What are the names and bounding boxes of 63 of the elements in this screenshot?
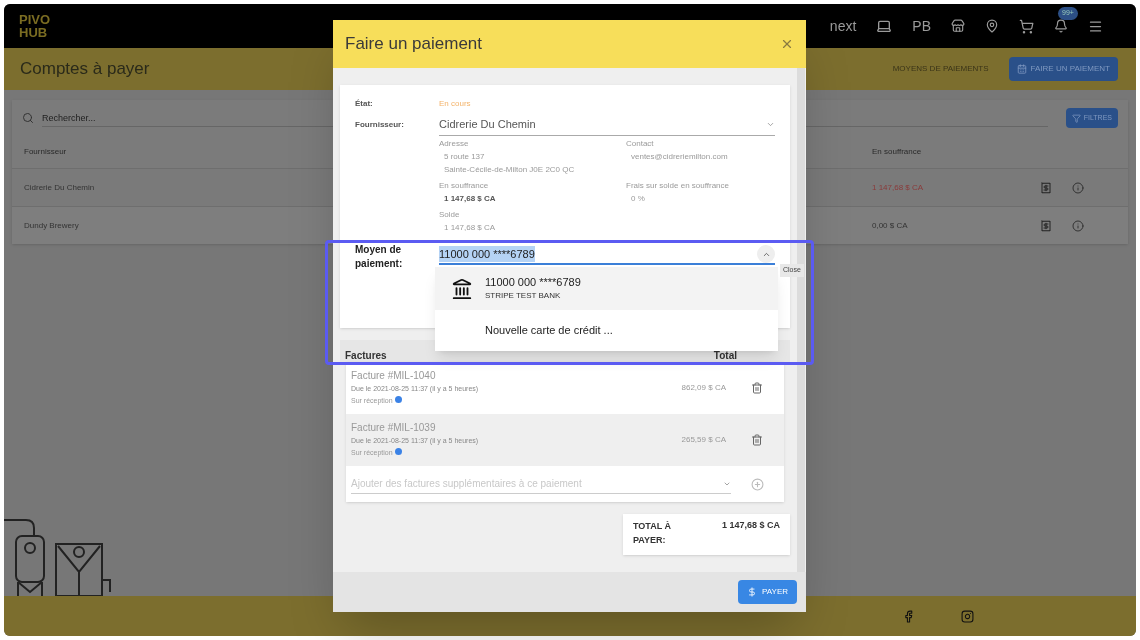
option-sublabel: STRIPE TEST BANK [485, 290, 562, 302]
invoice-number: Facture #MIL-1040 [351, 369, 437, 383]
logo: PIVO HUB [19, 13, 51, 39]
receipt-icon[interactable] [1040, 181, 1052, 194]
receipt-icon[interactable] [1040, 219, 1052, 232]
section-title: Factures [345, 351, 387, 361]
info-icon[interactable] [1072, 181, 1084, 194]
payment-method-value: 11000 000 ****6789 [439, 245, 535, 263]
detail-label: Adresse [439, 138, 470, 150]
detail-label: Solde [439, 209, 461, 221]
laptop-icon[interactable] [876, 18, 893, 34]
status-value: En cours [439, 98, 471, 110]
supplier-select[interactable]: Cidrerie Du Chemin [439, 114, 775, 136]
field-label: État: [355, 98, 374, 110]
field-label: Moyen de paiement: [355, 243, 404, 271]
field-label: Fournisseur: [355, 119, 405, 131]
make-payment-button[interactable]: FAIRE UN PAIEMENT [1008, 57, 1118, 81]
option-label: 11000 000 ****6789 [485, 275, 581, 290]
payment-method-field[interactable]: 11000 000 ****6789 [439, 245, 775, 265]
store-icon[interactable] [951, 19, 965, 33]
detail-label: Frais sur solde en souffrance [626, 180, 730, 192]
close-icon[interactable] [780, 37, 794, 51]
menu-option[interactable]: Nouvelle carte de crédit ... [435, 310, 778, 351]
column-header: Fournisseur [24, 147, 67, 156]
detail-value: 1 147,68 $ CA [443, 193, 497, 205]
search-icon [22, 112, 34, 124]
total-amount: 1 147,68 $ CA [721, 519, 780, 532]
detail-value: 1 147,68 $ CA [443, 222, 497, 234]
info-icon[interactable] [1072, 219, 1084, 232]
detail-label: Contact [626, 138, 655, 150]
detail-value: Sainte-Cécile-de-Milton J0E 2C0 QC [443, 164, 576, 176]
delete-icon[interactable] [751, 434, 763, 446]
option-label: Nouvelle carte de crédit ... [485, 323, 613, 338]
nav-link[interactable]: next [829, 15, 857, 37]
column-header: En souffrance [872, 146, 922, 158]
bell-icon[interactable] [1054, 19, 1068, 33]
table-cell: Cidrerie Du Chemin [24, 182, 95, 192]
detail-value: ventes@cidreriemilton.com [630, 151, 729, 163]
dollar-icon [747, 587, 758, 597]
pin-icon[interactable] [985, 19, 999, 33]
delete-icon[interactable] [751, 382, 763, 394]
total-label: TOTAL À PAYER: [633, 520, 672, 547]
filter-icon [1071, 113, 1081, 123]
invoice-amount: 862,09 $ CA [681, 382, 726, 394]
bank-icon [451, 277, 473, 300]
menu-option[interactable]: 11000 000 ****6789 STRIPE TEST BANK [435, 267, 778, 310]
menu-icon[interactable] [1088, 18, 1103, 34]
invoice-number: Facture #MIL-1039 [351, 421, 437, 435]
dialog-title: Faire un paiement [345, 33, 483, 56]
detail-label: En souffrance [439, 180, 490, 192]
user-initials[interactable]: PB [912, 15, 931, 37]
column-header: Total [713, 351, 737, 361]
detail-value: 5 route 137 [443, 151, 486, 163]
cart-icon[interactable] [1019, 18, 1034, 34]
facebook-icon[interactable] [902, 609, 915, 623]
pay-button[interactable]: PAYER [738, 580, 797, 604]
detail-value: 0 % [630, 193, 646, 205]
calendar-icon [1016, 64, 1027, 74]
page-title: Comptes à payer [20, 58, 150, 81]
caret-icon [766, 120, 775, 129]
invoice-amount: 265,59 $ CA [681, 434, 726, 446]
table-cell: Dundy Brewery [24, 220, 79, 230]
instagram-icon[interactable] [961, 609, 974, 623]
